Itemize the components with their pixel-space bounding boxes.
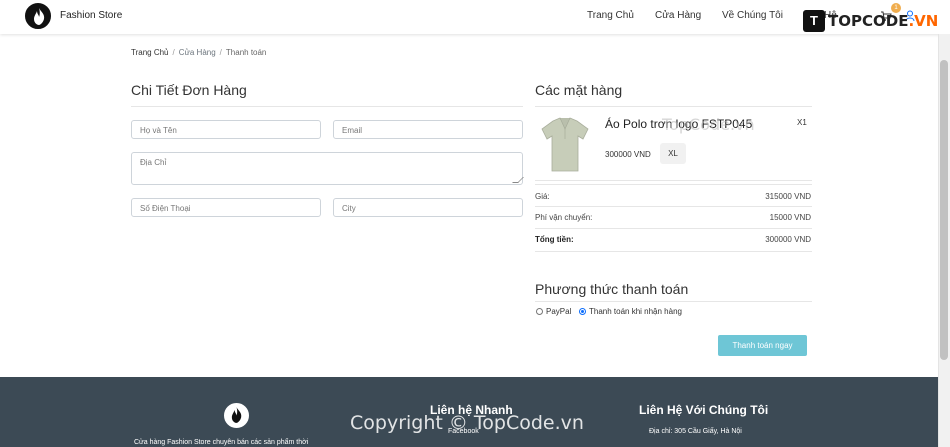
nav-link-about[interactable]: Về Chúng Tôi bbox=[722, 10, 783, 21]
footer-logo-icon bbox=[224, 403, 249, 428]
order-details-title: Chi Tiết Đơn Hàng bbox=[131, 82, 247, 98]
product-quantity: X1 bbox=[797, 118, 807, 127]
breadcrumb-home[interactable]: Trang Chủ bbox=[131, 48, 169, 57]
cod-label[interactable]: Thanh toán khi nhận hàng bbox=[589, 307, 682, 316]
summary-divider-2 bbox=[535, 228, 812, 229]
textarea-resize-handle[interactable] bbox=[512, 177, 524, 183]
price-value: 315000 VND bbox=[765, 192, 811, 201]
order-details-divider bbox=[131, 106, 523, 107]
breadcrumb-shop[interactable]: Cửa Hàng bbox=[179, 48, 216, 57]
scrollbar-thumb[interactable] bbox=[940, 60, 948, 360]
product-price: 300000 VND bbox=[605, 150, 651, 159]
items-title: Các mặt hàng bbox=[535, 82, 623, 98]
product-divider bbox=[535, 180, 812, 181]
nav-link-home[interactable]: Trang Chủ bbox=[587, 10, 634, 21]
address-textarea[interactable]: Địa Chỉ bbox=[131, 152, 524, 185]
brand-logo-icon[interactable] bbox=[25, 3, 51, 29]
summary-divider-3 bbox=[535, 251, 812, 252]
phone-input[interactable]: Số Điện Thoại bbox=[131, 198, 321, 217]
product-watermark-text: TopCode.vn bbox=[662, 115, 755, 134]
summary-divider-1 bbox=[535, 206, 812, 207]
address-placeholder: Địa Chỉ bbox=[140, 158, 167, 167]
topcode-watermark: T TOPCODE.VN bbox=[803, 10, 938, 32]
nav-link-shop[interactable]: Cửa Hàng bbox=[655, 10, 701, 21]
product-divider-2 bbox=[535, 184, 812, 185]
email-input[interactable]: Email bbox=[333, 120, 523, 139]
city-input[interactable]: City bbox=[333, 198, 523, 217]
total-value: 300000 VND bbox=[765, 235, 811, 244]
pay-now-button[interactable]: Thanh toán ngay bbox=[718, 335, 807, 356]
payment-title: Phương thức thanh toán bbox=[535, 281, 689, 297]
cod-radio[interactable] bbox=[579, 308, 586, 315]
topcode-logo-icon: T bbox=[803, 10, 825, 32]
footer-contact-title: Liên Hệ Với Chúng Tôi bbox=[639, 403, 769, 417]
name-input[interactable]: Họ và Tên bbox=[131, 120, 321, 139]
paypal-label[interactable]: PayPal bbox=[546, 307, 571, 316]
items-divider bbox=[535, 106, 812, 107]
footer-address: Địa chỉ: 305 Cầu Giấy, Hà Nội bbox=[649, 428, 742, 435]
product-image[interactable] bbox=[538, 115, 592, 175]
copyright-watermark: Copyright © TopCode.vn bbox=[350, 412, 584, 434]
payment-divider bbox=[535, 301, 812, 302]
breadcrumb-current: Thanh toán bbox=[225, 48, 267, 57]
brand-name[interactable]: Fashion Store bbox=[60, 10, 122, 21]
breadcrumb: Trang Chủ / Cửa Hàng / Thanh toán bbox=[131, 48, 267, 57]
shipping-label: Phí vận chuyển: bbox=[535, 213, 593, 222]
shipping-value: 15000 VND bbox=[769, 213, 811, 222]
product-size-tag: XL bbox=[660, 143, 686, 164]
price-label: Giá: bbox=[535, 192, 550, 201]
footer-about-text: Cửa hàng Fashion Store chuyên bán các sả… bbox=[134, 439, 309, 446]
paypal-radio[interactable] bbox=[536, 308, 543, 315]
topcode-watermark-text: TOPCODE.VN bbox=[828, 12, 939, 30]
total-label: Tổng tiền: bbox=[535, 235, 574, 244]
